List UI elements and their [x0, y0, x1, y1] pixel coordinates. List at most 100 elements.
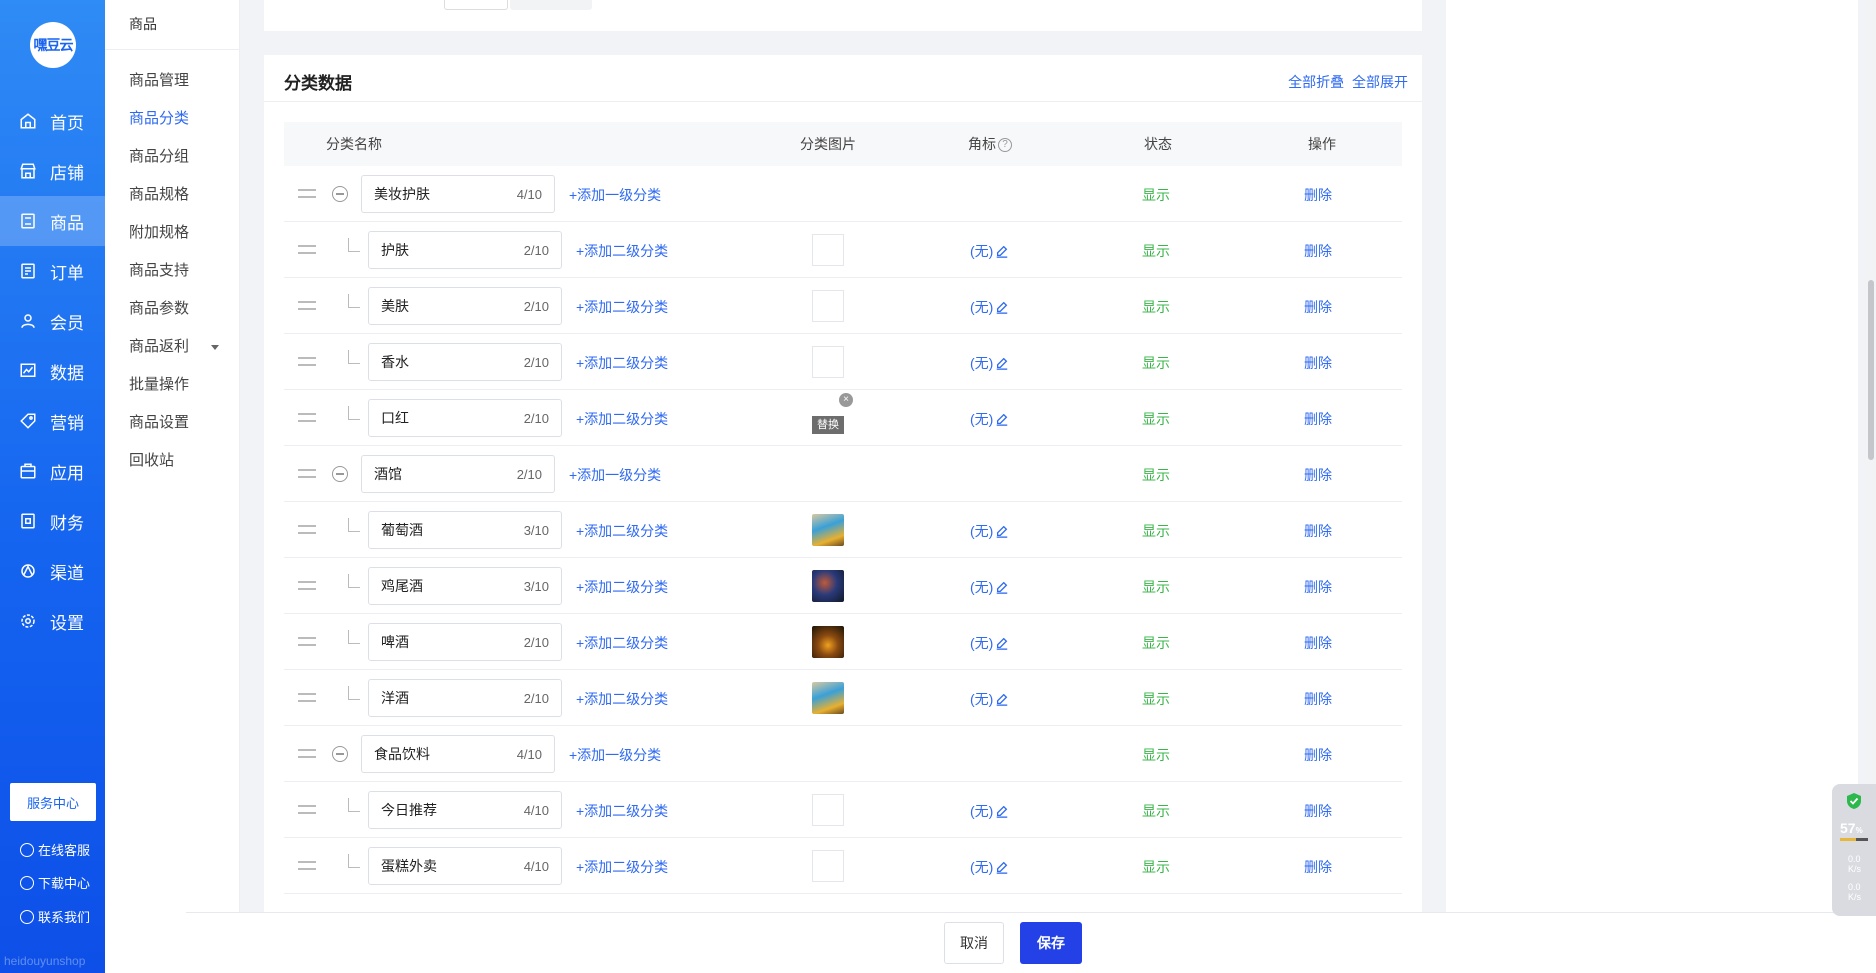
expand-all-link[interactable]: 全部展开 [1352, 74, 1408, 90]
sub-nav-item-8[interactable]: 批量操作 [129, 373, 189, 394]
category-name-input[interactable]: 洋酒 2/10 [368, 679, 562, 717]
cancel-button[interactable]: 取消 [944, 922, 1004, 964]
status-toggle[interactable]: 显示 [1142, 353, 1170, 373]
nav-item-2[interactable]: 商品 [0, 196, 105, 246]
drag-handle-icon[interactable] [298, 357, 316, 366]
delete-link[interactable]: 删除 [1304, 857, 1332, 877]
nav-item-8[interactable]: 财务 [0, 496, 105, 546]
add-category-link[interactable]: +添加二级分类 [576, 409, 668, 429]
nav-item-7[interactable]: 应用 [0, 446, 105, 496]
category-name-input[interactable]: 口红 2/10 [368, 399, 562, 437]
delete-link[interactable]: 删除 [1304, 185, 1332, 205]
collapse-icon[interactable] [332, 466, 348, 482]
drag-handle-icon[interactable] [298, 693, 316, 702]
nav-item-6[interactable]: 营销 [0, 396, 105, 446]
badge-edit[interactable]: (无) [970, 409, 1009, 429]
badge-edit[interactable]: (无) [970, 241, 1009, 261]
network-monitor-widget[interactable]: 57% 0.0 K/s 0.0 K/s [1832, 784, 1876, 916]
category-image-thumbnail[interactable] [812, 682, 844, 714]
delete-link[interactable]: 删除 [1304, 353, 1332, 373]
category-name-input[interactable]: 鸡尾酒 3/10 [368, 567, 562, 605]
add-category-link[interactable]: +添加二级分类 [576, 801, 668, 821]
edit-pencil-icon[interactable] [995, 412, 1009, 426]
download-center-link[interactable]: 下载中心 [20, 873, 90, 892]
status-toggle[interactable]: 显示 [1142, 297, 1170, 317]
add-category-link[interactable]: +添加二级分类 [576, 689, 668, 709]
add-category-link[interactable]: +添加二级分类 [576, 633, 668, 653]
sub-nav-item-6[interactable]: 商品参数 [129, 297, 189, 318]
sub-nav-item-0[interactable]: 商品管理 [129, 69, 189, 90]
edit-pencil-icon[interactable] [995, 300, 1009, 314]
drag-handle-icon[interactable] [298, 301, 316, 310]
drag-handle-icon[interactable] [298, 525, 316, 534]
category-name-input[interactable]: 今日推荐 4/10 [368, 791, 562, 829]
badge-edit[interactable]: (无) [970, 577, 1009, 597]
status-toggle[interactable]: 显示 [1142, 185, 1170, 205]
collapse-all-link[interactable]: 全部折叠 [1288, 74, 1344, 90]
category-name-input[interactable]: 美肤 2/10 [368, 287, 562, 325]
add-category-link[interactable]: +添加二级分类 [576, 521, 668, 541]
delete-link[interactable]: 删除 [1304, 633, 1332, 653]
add-category-link[interactable]: +添加二级分类 [576, 857, 668, 877]
category-image-placeholder[interactable] [812, 290, 844, 322]
close-icon[interactable]: × [839, 393, 853, 407]
collapse-icon[interactable] [332, 746, 348, 762]
collapse-icon[interactable] [332, 186, 348, 202]
help-icon[interactable]: ? [998, 138, 1012, 152]
category-image-placeholder[interactable] [812, 346, 844, 378]
status-toggle[interactable]: 显示 [1142, 465, 1170, 485]
status-toggle[interactable]: 显示 [1142, 241, 1170, 261]
badge-edit[interactable]: (无) [970, 801, 1009, 821]
status-toggle[interactable]: 显示 [1142, 745, 1170, 765]
status-toggle[interactable]: 显示 [1142, 801, 1170, 821]
edit-pencil-icon[interactable] [995, 636, 1009, 650]
sub-nav-item-1[interactable]: 商品分类 [129, 107, 189, 128]
badge-edit[interactable]: (无) [970, 521, 1009, 541]
sub-nav-item-5[interactable]: 商品支持 [129, 259, 189, 280]
category-name-input[interactable]: 香水 2/10 [368, 343, 562, 381]
edit-pencil-icon[interactable] [995, 244, 1009, 258]
drag-handle-icon[interactable] [298, 749, 316, 758]
status-toggle[interactable]: 显示 [1142, 521, 1170, 541]
delete-link[interactable]: 删除 [1304, 521, 1332, 541]
chevron-down-icon[interactable] [211, 344, 220, 350]
category-image-thumbnail[interactable] [812, 514, 844, 546]
nav-item-1[interactable]: 店铺 [0, 146, 105, 196]
status-toggle[interactable]: 显示 [1142, 409, 1170, 429]
category-name-input[interactable]: 食品饮料 4/10 [361, 735, 555, 773]
save-button[interactable]: 保存 [1020, 922, 1082, 964]
edit-pencil-icon[interactable] [995, 580, 1009, 594]
sub-nav-item-3[interactable]: 商品规格 [129, 183, 189, 204]
badge-edit[interactable]: (无) [970, 633, 1009, 653]
edit-pencil-icon[interactable] [995, 524, 1009, 538]
delete-link[interactable]: 删除 [1304, 689, 1332, 709]
delete-link[interactable]: 删除 [1304, 465, 1332, 485]
edit-pencil-icon[interactable] [995, 356, 1009, 370]
add-category-link[interactable]: +添加一级分类 [569, 185, 661, 205]
add-category-link[interactable]: +添加二级分类 [576, 297, 668, 317]
nav-item-0[interactable]: 首页 [0, 96, 105, 146]
category-name-input[interactable]: 酒馆 2/10 [361, 455, 555, 493]
badge-edit[interactable]: (无) [970, 353, 1009, 373]
add-category-link[interactable]: +添加一级分类 [569, 465, 661, 485]
add-category-link[interactable]: +添加二级分类 [576, 353, 668, 373]
drag-handle-icon[interactable] [298, 861, 316, 870]
contact-us-link[interactable]: 联系我们 [20, 907, 90, 926]
category-image-placeholder[interactable] [812, 850, 844, 882]
edit-pencil-icon[interactable] [995, 804, 1009, 818]
service-center-button[interactable]: 服务中心 [10, 783, 96, 821]
nav-item-5[interactable]: 数据 [0, 346, 105, 396]
brand-logo[interactable]: 嘿豆云 [30, 22, 76, 68]
status-toggle[interactable]: 显示 [1142, 577, 1170, 597]
category-name-input[interactable]: 葡萄酒 3/10 [368, 511, 562, 549]
delete-link[interactable]: 删除 [1304, 745, 1332, 765]
delete-link[interactable]: 删除 [1304, 297, 1332, 317]
category-image-slot[interactable]: 替换 × [812, 393, 853, 434]
category-name-input[interactable]: 护肤 2/10 [368, 231, 562, 269]
category-name-input[interactable]: 美妆护肤 4/10 [361, 175, 555, 213]
delete-link[interactable]: 删除 [1304, 577, 1332, 597]
drag-handle-icon[interactable] [298, 413, 316, 422]
nav-item-4[interactable]: 会员 [0, 296, 105, 346]
sub-nav-item-7[interactable]: 商品返利 [129, 335, 220, 356]
drag-handle-icon[interactable] [298, 637, 316, 646]
